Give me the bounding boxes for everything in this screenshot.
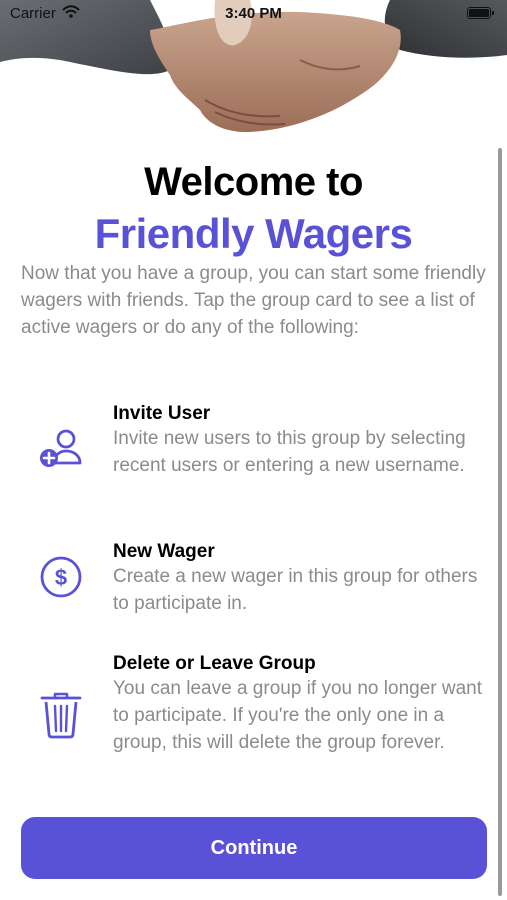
feature-title: New Wager <box>113 541 215 562</box>
feature-title: Delete or Leave Group <box>113 653 316 674</box>
feature-description: Create a new wager in this group for oth… <box>113 566 478 614</box>
intro-text: Now that you have a group, you can start… <box>21 263 486 338</box>
add-user-icon <box>38 425 84 471</box>
trash-icon <box>38 690 84 739</box>
title-app-name: Friendly Wagers <box>94 210 413 257</box>
continue-button[interactable]: Continue <box>21 817 487 879</box>
dollar-circle-icon: $ <box>38 554 84 600</box>
feature-title: Invite User <box>113 403 211 424</box>
title-welcome: Welcome to <box>144 160 363 204</box>
status-bar: Carrier 3:40 PM <box>0 0 507 30</box>
feature-description: You can leave a group if you no longer w… <box>113 678 483 753</box>
svg-text:$: $ <box>55 565 67 590</box>
scroll-indicator[interactable] <box>498 148 502 896</box>
status-time: 3:40 PM <box>225 5 282 22</box>
battery-icon <box>467 7 494 19</box>
feature-description: Invite new users to this group by select… <box>113 428 466 476</box>
